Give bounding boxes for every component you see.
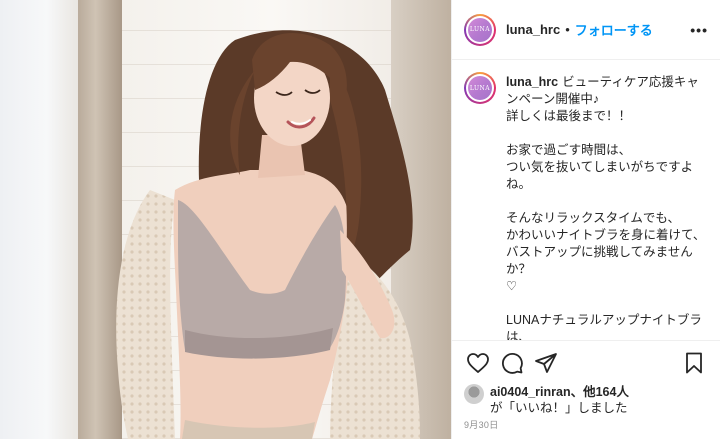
follow-button[interactable]: フォローする bbox=[575, 20, 653, 39]
action-bar bbox=[452, 340, 720, 384]
liker-username[interactable]: ai0404_rinran bbox=[490, 385, 571, 399]
post-header: LUNA luna_hrc • フォローする ••• bbox=[452, 0, 720, 60]
account-username[interactable]: luna_hrc bbox=[506, 22, 560, 37]
more-options-icon[interactable]: ••• bbox=[690, 22, 708, 38]
share-icon[interactable] bbox=[532, 349, 560, 377]
other-likes-count[interactable]: 、他164人 bbox=[571, 385, 629, 399]
caption-avatar-logo-text: LUNA bbox=[469, 84, 491, 92]
avatar-logo-text: LUNA bbox=[469, 26, 491, 33]
post-side-panel: LUNA luna_hrc • フォローする ••• LUNA luna_hrc… bbox=[451, 0, 720, 439]
account-avatar[interactable]: LUNA bbox=[464, 13, 496, 46]
heart-icon[interactable] bbox=[464, 349, 492, 377]
caption-username[interactable]: luna_hrc bbox=[506, 75, 558, 89]
instagram-post: LUNA luna_hrc • フォローする ••• LUNA luna_hrc… bbox=[0, 0, 720, 439]
comment-icon[interactable] bbox=[498, 349, 526, 377]
likes-line2: が「いいね！」しました bbox=[490, 401, 628, 415]
header-separator: • bbox=[565, 22, 570, 37]
caption-body: luna_hrc ビューティケア応援キャンペーン開催中♪ 詳しくは最後まで！！ お… bbox=[506, 74, 708, 340]
post-date[interactable]: 9月30日 bbox=[464, 418, 499, 431]
photo-model-figure bbox=[116, 30, 420, 439]
bookmark-icon[interactable] bbox=[680, 349, 708, 377]
post-photo[interactable] bbox=[0, 0, 451, 439]
caption-avatar[interactable]: LUNA bbox=[464, 72, 496, 104]
likes-text: ai0404_rinran、他164人 が「いいね！」しました bbox=[490, 384, 629, 416]
liker-avatar[interactable] bbox=[464, 384, 484, 404]
caption-section: LUNA luna_hrc ビューティケア応援キャンペーン開催中♪ 詳しくは最後ま… bbox=[452, 60, 720, 340]
likes-summary: ai0404_rinran、他164人 が「いいね！」しました bbox=[464, 384, 708, 416]
caption-text: ビューティケア応援キャンペーン開催中♪ 詳しくは最後まで！！ お家で過ごす時間は… bbox=[506, 75, 706, 340]
